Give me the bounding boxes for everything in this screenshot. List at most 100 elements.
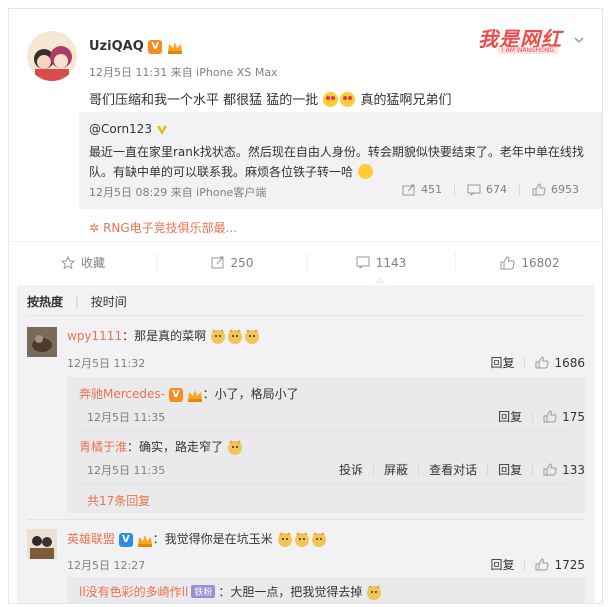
- doge-emoji-icon: [311, 532, 326, 547]
- thumbs-up-icon[interactable]: [535, 356, 549, 369]
- doge-emoji-icon: [244, 329, 259, 344]
- comment-icon: [356, 256, 370, 269]
- comment-actions: 回复 1725: [490, 556, 585, 573]
- reply-button[interactable]: 回复: [490, 354, 514, 371]
- divider: [27, 519, 585, 520]
- like-count: 133: [562, 462, 585, 477]
- like-button[interactable]: 16802: [455, 252, 602, 273]
- separator: [373, 463, 375, 476]
- reply-button[interactable]: 回复: [498, 408, 522, 425]
- reply-text: 青橘于淮：确实，路走窄了: [79, 438, 244, 455]
- commenter-name[interactable]: 英雄联盟: [67, 532, 115, 546]
- comment-date: 12月5日 12:27: [67, 559, 146, 572]
- reply-date: 12月5日 11:35: [87, 464, 166, 477]
- reply-button[interactable]: 回复: [498, 461, 522, 478]
- comment-sort-bar: 按热度 | 按时间: [27, 293, 135, 310]
- vip-crown-icon: [187, 389, 202, 402]
- replier-name[interactable]: 奔驰Mercedes-: [79, 387, 165, 401]
- thumbs-up-icon[interactable]: [543, 410, 557, 423]
- thumbs-up-icon: [500, 255, 515, 269]
- repost-like-button[interactable]: 6953: [519, 183, 591, 196]
- share-icon: [402, 184, 415, 195]
- doge-emoji-icon: [227, 329, 242, 344]
- post-meta: 12月5日 11:31 来自 iPhone XS Max: [89, 66, 278, 79]
- comment-button[interactable]: 1143: [306, 252, 455, 273]
- divider: [27, 315, 585, 316]
- replier-name[interactable]: 青橘于淮: [79, 440, 127, 454]
- repost-actions: 451 674 6953: [390, 183, 591, 196]
- repost-author[interactable]: @Corn123: [89, 122, 168, 136]
- heart-eyes-emoji-icon: [340, 92, 356, 107]
- verified-v-icon: V: [168, 387, 183, 402]
- sort-divider: |: [74, 295, 79, 309]
- share-icon: [211, 256, 224, 269]
- reply-actions: 投诉 屏蔽 查看对话 回复 133: [339, 461, 585, 478]
- report-button[interactable]: 投诉: [339, 461, 363, 478]
- verified-v-icon: V: [148, 39, 163, 54]
- sort-by-time[interactable]: 按时间: [91, 295, 127, 309]
- like-count: 1686: [554, 355, 585, 370]
- separator: [524, 558, 526, 571]
- doge-emoji-icon: [227, 440, 242, 455]
- commenter-name[interactable]: wpy1111: [67, 329, 122, 343]
- star-icon: [60, 255, 75, 270]
- more-replies-link[interactable]: 共17条回复: [87, 492, 150, 509]
- doge-emoji-icon: [210, 329, 225, 344]
- block-button[interactable]: 屏蔽: [384, 461, 408, 478]
- user-avatar[interactable]: [27, 31, 77, 81]
- comments-panel: 按热度 | 按时间 wpy1111：那是真的菜啊 12月5日 11:32 回复 …: [17, 285, 595, 603]
- reply-text: 奔驰Mercedes- V ：小了，格局小了: [79, 387, 299, 402]
- blue-verified-icon: V: [118, 532, 133, 547]
- fan-badge: 铁粉: [191, 585, 216, 598]
- sort-by-hot[interactable]: 按热度: [27, 295, 63, 309]
- vip-crown-icon: [167, 41, 182, 54]
- separator: [524, 356, 526, 369]
- reply-actions: 回复 175: [498, 408, 585, 425]
- weibo-post-card: UziQAQ V 12月5日 11:31 来自 iPhone XS Max 我是…: [8, 8, 603, 604]
- commenter-avatar[interactable]: [27, 529, 57, 559]
- source-star-icon: ✲: [89, 221, 100, 235]
- replier-name[interactable]: ll没有色彩的多崎作ll: [79, 585, 188, 599]
- like-count: 175: [562, 409, 585, 424]
- post-author[interactable]: UziQAQ V: [89, 39, 183, 54]
- reply-text: ll没有色彩的多崎作ll 铁粉 ：大胆一点，把我觉得去掉: [79, 583, 383, 600]
- heart-eyes-emoji-icon: [323, 92, 339, 107]
- repost-button[interactable]: 250: [157, 252, 306, 273]
- watermark-subtitle: I AM WANGHONG: [497, 47, 558, 54]
- chevron-down-icon[interactable]: [574, 35, 584, 45]
- thumbs-up-icon[interactable]: [543, 463, 557, 476]
- divider: [79, 430, 575, 431]
- like-count: 1725: [554, 557, 585, 572]
- reposted-weibo[interactable]: @Corn123 最近一直在家里rank找状态。然后现在自由人身份。转会期貌似快…: [79, 112, 602, 209]
- thumbs-up-icon[interactable]: [535, 558, 549, 571]
- vip-crown-icon: [137, 534, 152, 547]
- doge-emoji-icon: [277, 532, 292, 547]
- divider: [79, 483, 575, 484]
- favorite-button[interactable]: 收藏: [9, 252, 157, 273]
- reply-button[interactable]: 回复: [490, 556, 514, 573]
- thumbs-up-icon: [532, 183, 546, 196]
- separator: [532, 410, 534, 423]
- comment-actions: 回复 1686: [490, 354, 585, 371]
- repost-meta: 12月5日 08:29 来自 iPhone客户端: [89, 186, 267, 199]
- repost-comment-button[interactable]: 674: [454, 183, 519, 196]
- gold-verified-icon: [156, 125, 167, 135]
- post-content: 哥们压缩和我一个水平 都很猛 猛的一批 真的猛啊兄弟们: [89, 92, 452, 108]
- doge-emoji-icon: [367, 585, 382, 600]
- source-link[interactable]: ✲ RNG电子竞技俱乐部最...: [89, 219, 237, 236]
- comment-date: 12月5日 11:32: [67, 357, 146, 370]
- repost-share-button[interactable]: 451: [390, 183, 454, 196]
- view-conversation-button[interactable]: 查看对话: [429, 461, 477, 478]
- grin-emoji-icon: [357, 164, 373, 179]
- comment-text: 英雄联盟 V ：我觉得你是在坑玉米: [67, 530, 328, 547]
- reply-date: 12月5日 11:35: [87, 411, 166, 424]
- doge-emoji-icon: [294, 532, 309, 547]
- comment-text: wpy1111：那是真的菜啊: [67, 327, 261, 344]
- separator: [418, 463, 420, 476]
- separator: [532, 463, 534, 476]
- repost-content: 最近一直在家里rank找状态。然后现在自由人身份。转会期貌似快要结束了。老年中单…: [89, 145, 584, 179]
- comment-icon: [467, 184, 481, 196]
- separator: [487, 463, 489, 476]
- commenter-avatar[interactable]: [27, 327, 57, 357]
- comment-pointer-icon: [374, 277, 386, 284]
